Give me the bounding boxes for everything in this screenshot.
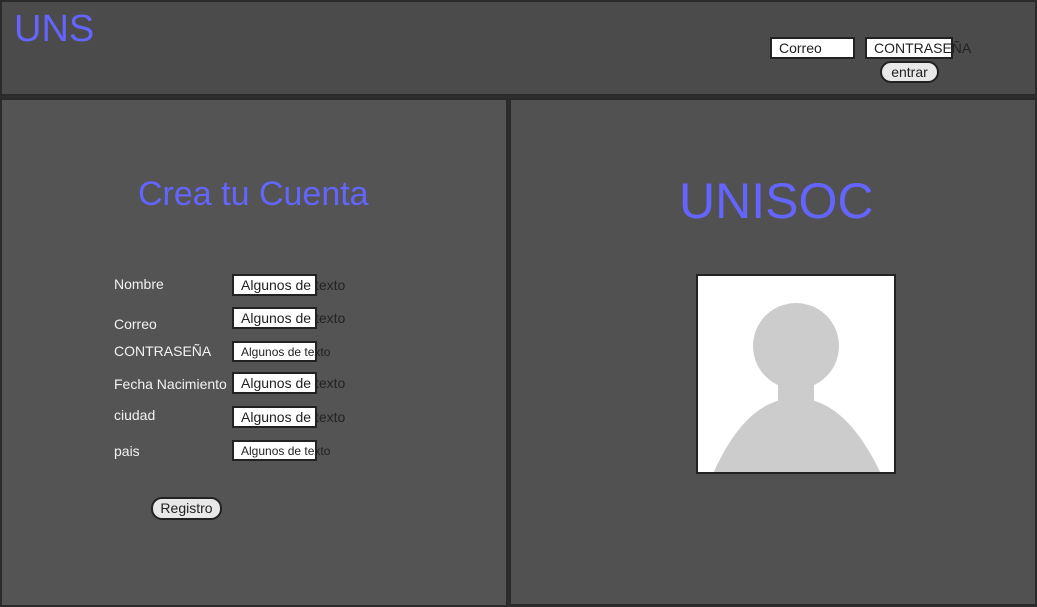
correo-input[interactable]: Algunos de texto (232, 307, 345, 329)
label-ciudad: ciudad (114, 407, 156, 423)
login-button[interactable]: entrar (880, 61, 939, 83)
register-title: Crea tu Cuenta (138, 175, 369, 213)
pais-input[interactable]: Algunos de texto (232, 440, 330, 461)
register-button[interactable]: Registro (151, 497, 222, 520)
user-silhouette-icon (713, 303, 881, 472)
label-correo: Correo (114, 316, 157, 332)
logo: UNS (14, 8, 95, 50)
label-pais: pais (114, 443, 140, 459)
label-nombre: Nombre (114, 276, 164, 292)
login-email-input[interactable]: Correo (770, 37, 855, 59)
nombre-input[interactable]: Algunos de texto (232, 274, 345, 296)
contrasena-input[interactable]: Algunos de texto (232, 341, 330, 362)
fecha-nacimiento-input[interactable]: Algunos de texto (232, 372, 345, 394)
brand-title: UNISOC (679, 173, 874, 229)
ciudad-input[interactable]: Algunos de texto (232, 406, 345, 428)
avatar-placeholder (696, 274, 896, 474)
login-password-input[interactable]: CONTRASEÑA (865, 37, 971, 59)
label-fecha-nacimiento: Fecha Nacimiento (114, 376, 227, 392)
label-contrasena: CONTRASEÑA (114, 343, 212, 359)
